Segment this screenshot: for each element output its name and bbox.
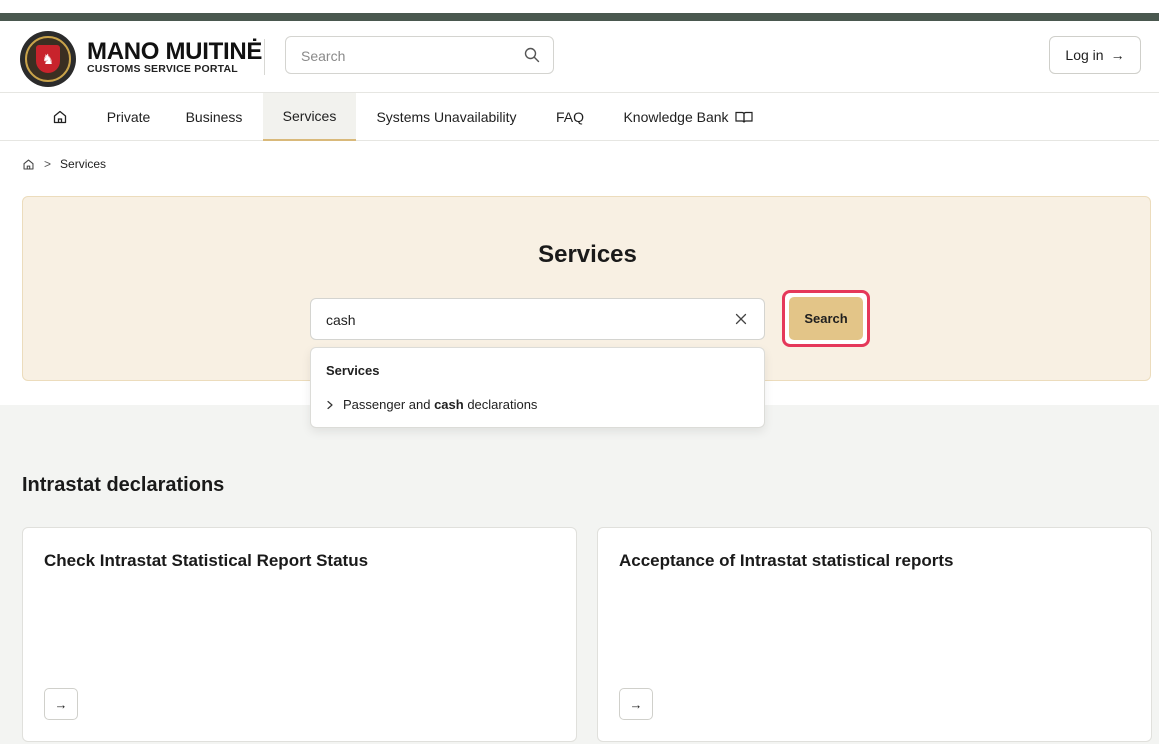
arrow-right-icon: → [629,696,643,712]
search-button-highlight: Search [782,290,870,347]
card-title[interactable]: Acceptance of Intrastat statistical repo… [619,551,953,571]
services-search-input[interactable]: cash [310,298,765,340]
nav-services[interactable]: Services [263,93,356,141]
chevron-right-icon [327,400,333,409]
suggestion-suffix: declarations [463,397,538,412]
site-header: ♞ MANO MUITINĖ CUSTOMS SERVICE PORTAL Se… [0,21,1159,93]
top-strip [0,0,1159,13]
breadcrumb-home-icon[interactable] [22,158,35,171]
suggestion-text: Passenger and cash declarations [343,397,537,412]
nav-business[interactable]: Business [174,93,254,141]
nav-knowledge-bank[interactable]: Knowledge Bank [612,93,764,141]
search-button[interactable]: Search [789,297,863,340]
suggestion-match: cash [434,397,464,412]
search-input-value: cash [326,312,356,328]
card-title[interactable]: Check Intrastat Statistical Report Statu… [44,551,368,571]
section-title: Intrastat declarations [22,474,225,496]
page-title: Services [538,241,637,268]
nav-private-label: Private [106,109,151,125]
arrow-right-icon: → [54,696,68,712]
nav-faq-label: FAQ [555,109,584,125]
breadcrumb-current: Services [60,157,107,171]
top-accent-bar [0,13,1159,21]
arrow-right-icon: → [1110,47,1125,63]
nav-faq[interactable]: FAQ [545,93,595,141]
brand-divider [264,39,265,75]
home-icon [53,110,67,124]
header-search-placeholder: Search [301,48,346,64]
suggestion-item[interactable]: Passenger and cash declarations [326,397,537,412]
customs-emblem-logo[interactable]: ♞ [20,31,76,87]
card-arrow-button[interactable]: → [619,688,653,720]
suggestion-group-label: Services [326,363,380,378]
close-icon[interactable] [732,310,750,328]
nav-systems-unavailability[interactable]: Systems Unavailability [364,93,529,141]
login-label: Log in [1065,47,1104,63]
breadcrumb-separator: > [44,157,52,171]
main-nav: Private Business Services Systems Unavai… [0,93,1159,141]
emblem-shield-icon: ♞ [36,45,60,73]
service-card[interactable]: Acceptance of Intrastat statistical repo… [597,527,1152,742]
nav-systems-label: Systems Unavailability [376,109,517,125]
login-button[interactable]: Log in → [1049,36,1141,74]
nav-services-label: Services [282,108,337,124]
nav-private[interactable]: Private [91,93,166,141]
nav-home[interactable] [40,93,80,141]
search-icon[interactable] [523,46,541,64]
search-suggestions-dropdown: Services Passenger and cash declarations [310,347,765,428]
nav-knowledge-label: Knowledge Bank [623,109,729,125]
book-icon [734,111,753,123]
suggestion-prefix: Passenger and [343,397,435,412]
brand-title[interactable]: MANO MUITINĖ [87,40,262,64]
breadcrumb: > Services [22,155,106,173]
emblem-ring: ♞ [25,36,71,82]
brand-subtitle: CUSTOMS SERVICE PORTAL [87,63,238,75]
service-card[interactable]: Check Intrastat Statistical Report Statu… [22,527,577,742]
card-arrow-button[interactable]: → [44,688,78,720]
nav-business-label: Business [185,109,243,125]
header-search-input[interactable]: Search [285,36,554,74]
